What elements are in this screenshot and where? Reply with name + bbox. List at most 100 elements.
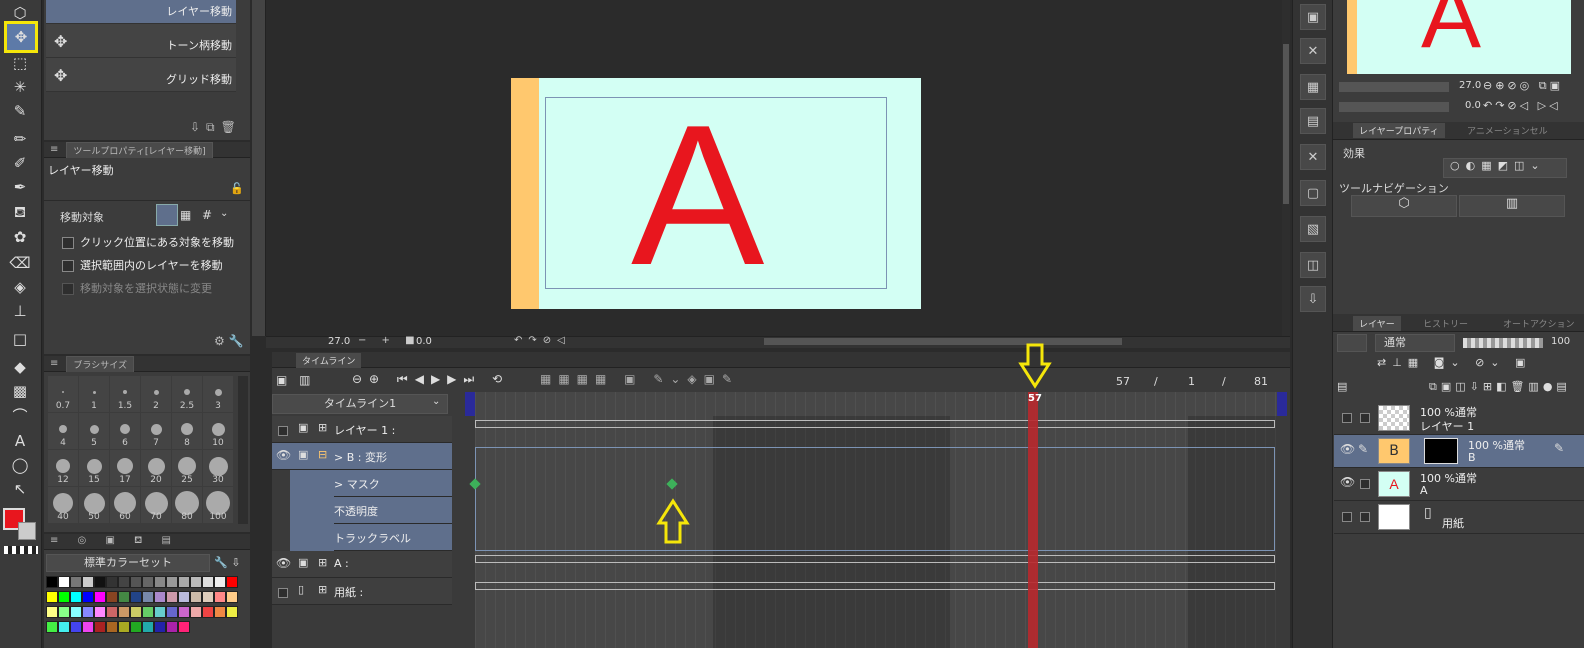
layer-options-row-2[interactable]: ⧉▣◫⇩⊞◧🗑▥●▤ [1429, 380, 1571, 394]
layer-property-tab[interactable]: レイヤープロパティ [1353, 123, 1445, 138]
brush-icon[interactable]: ✒ [8, 176, 32, 198]
color-swatch[interactable] [82, 591, 94, 603]
magic-wand-icon[interactable]: ✳ [8, 76, 32, 98]
sub-color-swatch[interactable] [18, 522, 36, 540]
stamp-icon[interactable]: ⊥ [8, 300, 32, 322]
cmd-icon-6[interactable]: ▢ [1300, 180, 1326, 206]
track-bar-a[interactable] [475, 555, 1275, 563]
horizontal-scroll-thumb[interactable] [764, 338, 1122, 345]
color-swatch[interactable] [58, 591, 70, 603]
layer-list-icon[interactable]: ▤ [1337, 380, 1347, 393]
timeline-tab[interactable]: タイムライン [296, 353, 362, 368]
color-swatch[interactable] [142, 606, 154, 618]
lock-checkbox[interactable] [1360, 411, 1376, 424]
lock-checkbox[interactable] [1360, 510, 1376, 523]
tool-nav-button-1[interactable]: ⬡ [1351, 195, 1457, 217]
color-swatch[interactable] [226, 576, 238, 588]
canvas-angle-value[interactable]: 0.0 [416, 336, 432, 347]
timeline-select[interactable]: タイムライン1 [272, 394, 448, 414]
figure-icon[interactable]: □ [8, 328, 32, 350]
color-swatch[interactable] [46, 576, 58, 588]
color-swatch[interactable] [118, 591, 130, 603]
color-swatch[interactable] [118, 576, 130, 588]
brush-size-cell[interactable]: 80 [172, 487, 202, 523]
timeline-toolbar-middle[interactable]: ▦▦▦▦ ▣ ✎⌄◈▣✎ [540, 372, 739, 386]
blend-mode-select[interactable]: 通常 [1375, 334, 1455, 352]
color-swatch[interactable] [154, 591, 166, 603]
brush-size-cell[interactable]: 4 [48, 413, 78, 449]
color-swatch[interactable] [82, 606, 94, 618]
expand-icon[interactable]: ⊞ [318, 556, 327, 569]
color-swatch[interactable] [94, 576, 106, 588]
layer-row-a[interactable]: 👁 A 100 %通常 A [1334, 468, 1584, 501]
expand-icon[interactable]: ⊞ [318, 583, 327, 596]
color-swatch[interactable] [70, 576, 82, 588]
color-panel-tabs[interactable]: ≡ ◎ ▣ ⛾ ▤ [44, 534, 250, 550]
color-swatch[interactable] [46, 621, 58, 633]
color-swatch[interactable] [58, 606, 70, 618]
color-swatch[interactable] [166, 621, 178, 633]
blend-icon[interactable]: ◈ [8, 276, 32, 298]
timeline-toolbar-left[interactable]: ▣ ▥ [276, 373, 315, 387]
layer-row-layer1[interactable]: 100 %通常 レイヤー 1 [1334, 402, 1584, 435]
brush-size-tab[interactable]: ブラシサイズ [66, 355, 134, 372]
brush-size-cell[interactable]: 8 [172, 413, 202, 449]
visibility-checkbox[interactable] [1342, 510, 1358, 523]
tool-property-tab[interactable]: ツールプロパティ[レイヤー移動] [66, 141, 213, 158]
cmd-icon-3[interactable]: ▦ [1300, 74, 1326, 100]
option-selection-layer[interactable]: 選択範囲内のレイヤーを移動 [62, 257, 223, 273]
canvas-zoom-value[interactable]: 27.0 [328, 336, 350, 347]
color-swatch[interactable] [226, 606, 238, 618]
fill-icon[interactable]: ◆ [8, 356, 32, 378]
effect-buttons[interactable]: ○◐▦◩◫⌄ [1443, 158, 1567, 178]
track-bar-layer1[interactable] [475, 420, 1275, 428]
layer-color-button[interactable] [1337, 334, 1367, 352]
color-swatch[interactable] [58, 621, 70, 633]
pen-edit-icon[interactable]: ✎ [1358, 442, 1368, 456]
color-swatch[interactable] [118, 621, 130, 633]
track-paper[interactable]: ▯ ⊞ 用紙 : [272, 578, 452, 605]
color-swatch[interactable] [130, 576, 142, 588]
color-swatch[interactable] [82, 576, 94, 588]
color-swatch[interactable] [178, 606, 190, 618]
brush-size-cell[interactable]: 20 [141, 450, 171, 486]
subtool-actions[interactable]: ⇩⧉🗑 [190, 120, 242, 135]
track-a[interactable]: 👁 ▣ ⊞ A : [272, 551, 452, 578]
color-swatch[interactable] [178, 591, 190, 603]
transparent-color-swatch[interactable] [4, 546, 38, 554]
brush-size-cell[interactable]: 40 [48, 487, 78, 523]
history-tab[interactable]: ヒストリー [1423, 317, 1468, 330]
brush-size-cell[interactable]: 17 [110, 450, 140, 486]
chevron-down-icon[interactable]: ⌄ [220, 208, 228, 219]
scroll-thumb[interactable] [1283, 44, 1289, 204]
ruler-icon[interactable]: ⌒ [8, 404, 32, 426]
color-swatch[interactable] [58, 576, 70, 588]
move-tool-icon[interactable]: ✥ [4, 21, 38, 53]
checkbox[interactable] [62, 260, 74, 272]
subtool-grid-move[interactable]: ✥ グリッド移動 [46, 58, 236, 92]
subtool-layer-move[interactable]: レイヤー移動 [46, 0, 236, 24]
nav-angle-buttons[interactable]: ↶↷⊘◁ ▷◁ [1483, 99, 1561, 112]
track-bar-b[interactable] [475, 447, 1275, 551]
color-swatch[interactable] [178, 621, 190, 633]
color-swatch[interactable] [130, 621, 142, 633]
canvas-paper[interactable]: A [511, 78, 921, 309]
nav-zoom-slider[interactable] [1339, 82, 1449, 92]
color-swatch[interactable] [178, 576, 190, 588]
eye-icon[interactable]: 👁 [276, 448, 291, 462]
zoom-controls[interactable]: − + ■ [358, 335, 421, 346]
brush-size-cell[interactable]: 10 [203, 413, 233, 449]
nav-angle-value[interactable]: 0.0 [1465, 100, 1481, 111]
nav-angle-slider[interactable] [1339, 102, 1449, 112]
layer-row-b[interactable]: 👁 ✎ B 100 %通常 B ✎ [1334, 435, 1584, 468]
color-swatch[interactable] [70, 606, 82, 618]
color-swatch[interactable] [190, 576, 202, 588]
brush-size-cell[interactable]: 25 [172, 450, 202, 486]
brush-size-cell[interactable]: 1 [79, 376, 109, 412]
collapse-icon[interactable]: ⊟ [318, 448, 327, 461]
text-icon[interactable]: A [8, 430, 32, 452]
color-swatch[interactable] [106, 591, 118, 603]
color-swatch[interactable] [130, 591, 142, 603]
track-layer1[interactable]: ▣ ⊞ レイヤー 1 : [272, 416, 452, 443]
navigator-preview[interactable]: A [1347, 0, 1571, 74]
